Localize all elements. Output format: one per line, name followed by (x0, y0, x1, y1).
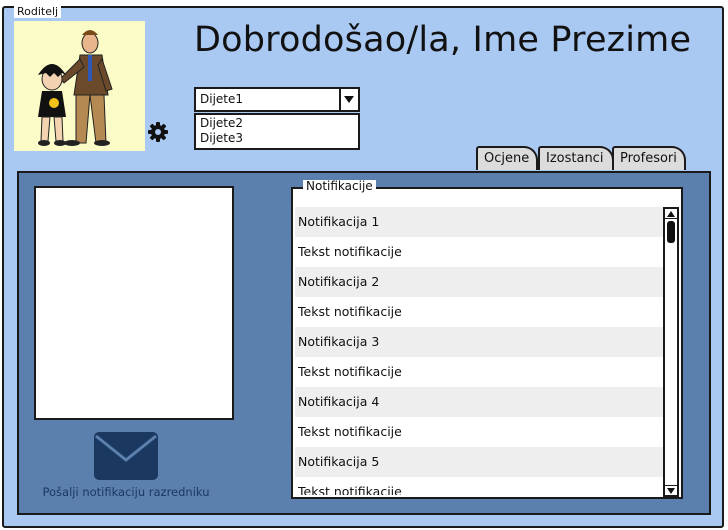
mail-icon[interactable] (92, 430, 160, 482)
child-option[interactable]: Dijete2 (200, 116, 354, 131)
list-item[interactable]: Tekst notifikacije (295, 297, 665, 327)
scroll-down-arrow-icon[interactable] (665, 485, 677, 495)
scroll-thumb[interactable] (667, 221, 675, 243)
list-item[interactable]: Notifikacija 3 (295, 327, 665, 357)
scroll-up-arrow-icon[interactable] (665, 209, 677, 219)
tab-profesori[interactable]: Profesori (612, 146, 686, 170)
notifications-list[interactable]: Notifikacija 1 Tekst notifikacije Notifi… (295, 207, 665, 495)
list-item[interactable]: Tekst notifikacije (295, 357, 665, 387)
main-panel: Pošalji notifikaciju razredniku Notifika… (17, 171, 711, 515)
list-item[interactable]: Tekst notifikacije (295, 477, 665, 495)
tab-izostanci[interactable]: Izostanci (538, 146, 614, 170)
avatar (14, 21, 145, 151)
content-box (34, 186, 234, 420)
send-notification-link[interactable]: Pošalji notifikaciju razredniku (19, 485, 233, 499)
list-item[interactable]: Notifikacija 4 (295, 387, 665, 417)
chevron-down-icon[interactable] (339, 89, 358, 110)
list-item[interactable]: Notifikacija 5 (295, 447, 665, 477)
child-select[interactable]: Dijete1 (194, 87, 360, 112)
tab-ocjene[interactable]: Ocjene (476, 146, 538, 170)
welcome-heading: Dobrodošao/la, Ime Prezime (194, 20, 692, 60)
child-select-options: Dijete2 Dijete3 (194, 113, 360, 150)
window-title: Roditelj (14, 6, 62, 18)
list-item[interactable]: Notifikacija 1 (295, 207, 665, 237)
child-option[interactable]: Dijete3 (200, 131, 354, 146)
list-item[interactable]: Tekst notifikacije (295, 237, 665, 267)
child-select-value: Dijete1 (200, 92, 244, 106)
notifications-legend: Notifikacije (303, 180, 376, 193)
notifications-group: Notifikacije Notifikacija 1 Tekst notifi… (291, 180, 683, 499)
list-item[interactable]: Tekst notifikacije (295, 417, 665, 447)
parent-child-illustration-icon (38, 30, 113, 146)
notifications-scrollbar[interactable] (663, 207, 679, 497)
list-item[interactable]: Notifikacija 2 (295, 267, 665, 297)
gear-icon[interactable] (146, 120, 170, 144)
